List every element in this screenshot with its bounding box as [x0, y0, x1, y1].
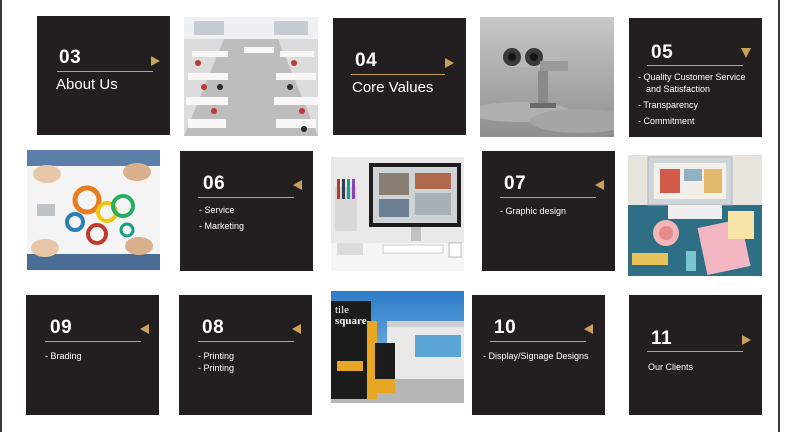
list-item: - Display/Signage Designs	[483, 351, 589, 361]
list-item: - Brading	[45, 351, 82, 361]
tile-title: About Us	[56, 76, 118, 93]
tile-item-list: - Service - Marketing	[199, 204, 244, 236]
tile-brading[interactable]: 09 - Brading	[26, 295, 159, 415]
page-border-right	[778, 0, 780, 432]
tile-number: 09	[50, 317, 73, 338]
gold-divider	[647, 351, 743, 352]
tile-number: 07	[504, 173, 527, 194]
arrow-right-icon	[151, 56, 160, 66]
tile-printing[interactable]: 08 - Printing - Printing	[179, 295, 312, 415]
gold-divider	[351, 74, 445, 75]
arrow-right-icon	[742, 335, 751, 345]
gold-divider	[45, 341, 141, 342]
tile-item-list: - Quality Customer Service and Satisfact…	[638, 71, 762, 131]
tile-title: Core Values	[352, 79, 434, 96]
arrow-left-icon	[293, 180, 302, 190]
arrow-left-icon	[140, 324, 149, 334]
list-item: - Graphic design	[500, 206, 567, 216]
office-workspace-photo[interactable]	[184, 17, 318, 136]
binoculars-photo[interactable]	[480, 17, 614, 137]
tile-number: 03	[59, 47, 82, 68]
signage-text: tile square	[335, 304, 367, 327]
arrow-left-icon	[595, 180, 604, 190]
tile-about-us[interactable]: 03 About Us	[37, 16, 170, 135]
gold-divider	[647, 65, 743, 66]
arrow-right-icon	[445, 58, 454, 68]
gold-divider	[198, 341, 294, 342]
tile-our-clients[interactable]: 11 Our Clients	[629, 295, 762, 415]
gold-divider	[57, 71, 153, 72]
tile-number: 10	[494, 317, 517, 338]
list-item: - Marketing	[199, 221, 245, 231]
tile-item-list: - Display/Signage Designs	[483, 350, 589, 366]
tile-number: 06	[203, 173, 226, 194]
tile-number: 08	[202, 317, 225, 338]
tile-number: 04	[355, 50, 378, 71]
tile-item-list: - Graphic design	[500, 205, 566, 221]
gold-divider	[500, 197, 596, 198]
designer-desk-photo[interactable]	[331, 157, 464, 271]
tile-graphic-design[interactable]: 07 - Graphic design	[482, 151, 615, 271]
tile-core-values[interactable]: 04 Core Values	[333, 18, 466, 135]
list-item: - Commitment	[638, 116, 695, 126]
list-item: - Printing	[198, 363, 235, 373]
gold-divider	[490, 341, 586, 342]
tile-display-signage[interactable]: 10 - Display/Signage Designs	[472, 295, 605, 415]
list-item: - Transparency	[638, 100, 699, 110]
tile-values-list[interactable]: 05 - Quality Customer Service and Satisf…	[629, 18, 762, 137]
arrow-left-icon	[584, 324, 593, 334]
list-item: - Printing	[198, 351, 235, 361]
tile-number: 05	[651, 42, 674, 63]
tile-item-list: - Printing - Printing	[198, 350, 234, 378]
arrow-left-icon	[292, 324, 301, 334]
page-border-left	[0, 0, 2, 432]
tile-number: 11	[651, 328, 673, 349]
storefront-signage-photo[interactable]: tile square	[331, 291, 464, 403]
creative-desk-photo[interactable]	[628, 155, 762, 276]
list-item: - Quality Customer Service and Satisfact…	[638, 72, 746, 94]
arrow-down-icon	[741, 48, 751, 58]
gears-teamwork-photo[interactable]	[27, 150, 160, 270]
tile-title: Our Clients	[648, 362, 694, 372]
list-item: - Service	[199, 205, 235, 215]
gold-divider	[198, 197, 294, 198]
tile-service-marketing[interactable]: 06 - Service - Marketing	[180, 151, 313, 271]
tile-item-list: - Brading	[45, 350, 82, 366]
